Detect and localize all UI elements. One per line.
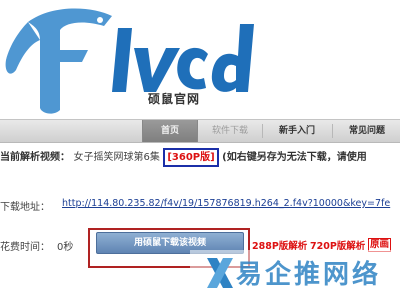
- time-label: 花费时间：: [0, 242, 50, 253]
- download-label: 下载地址：: [0, 202, 50, 213]
- watermark-logo-icon: [207, 258, 233, 288]
- site-name: 硕鼠官网: [148, 92, 201, 106]
- site-header: 硕鼠官网: [0, 0, 400, 120]
- nav-home[interactable]: 首页: [142, 120, 198, 142]
- watermark-text: 易企推网络: [236, 260, 382, 290]
- time-value: 0秒: [57, 242, 74, 253]
- nav-divider: [262, 124, 263, 138]
- nav-divider: [332, 124, 333, 138]
- nav-beginners-guide[interactable]: 新手入门: [266, 120, 328, 142]
- resolution-badge: [360P版]: [163, 148, 219, 167]
- parse-status: 当前解析视频： 女子摇笑网球第6集 [360P版] (如右键另存为无法下载，请使…: [0, 148, 400, 168]
- video-name: 女子摇笑网球第6集: [73, 152, 160, 163]
- status-label: 当前解析视频：: [0, 152, 70, 163]
- nav-software-download[interactable]: 软件下载: [200, 120, 260, 142]
- top-nav: 首页 软件下载 新手入门 常见问题: [0, 119, 400, 143]
- nav-faq[interactable]: 常见问题: [336, 120, 398, 142]
- download-url-link[interactable]: http://114.80.235.82/f4v/19/157876819.h2…: [62, 198, 390, 209]
- status-hint: (如右键另存为无法下载，请使用: [222, 152, 367, 163]
